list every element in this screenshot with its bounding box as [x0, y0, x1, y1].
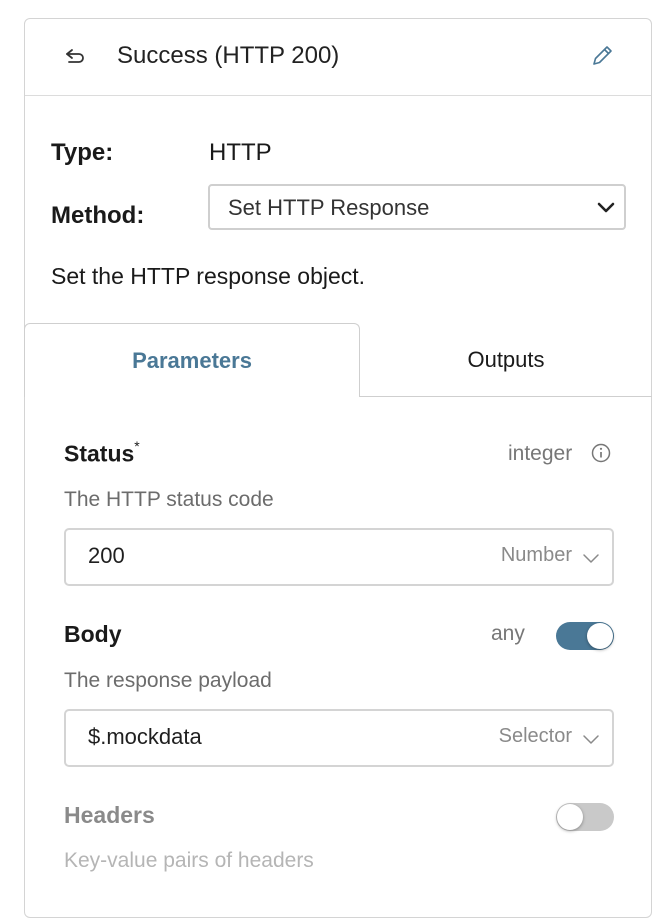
action-panel: Success (HTTP 200) Type: HTTP Method: Se… [24, 18, 652, 918]
status-input-kind[interactable]: Number [501, 544, 572, 567]
type-label: Type: [51, 139, 114, 166]
chevron-down-icon[interactable] [582, 549, 600, 567]
headers-param-title: Headers [64, 802, 155, 828]
status-input[interactable]: 200 Number [64, 528, 614, 586]
panel-title: Success (HTTP 200) [117, 42, 340, 69]
chevron-down-icon [597, 202, 615, 213]
method-label: Method: [51, 202, 145, 229]
body-description: The response payload [64, 669, 272, 692]
info-icon[interactable] [591, 443, 611, 463]
tab-outputs[interactable]: Outputs [360, 323, 652, 397]
body-param-title: Body [64, 621, 122, 647]
status-input-value: 200 [88, 543, 125, 568]
pencil-icon[interactable] [589, 43, 615, 69]
type-value: HTTP [209, 139, 272, 166]
body-toggle[interactable] [556, 622, 614, 650]
method-select[interactable]: Set HTTP Response [208, 184, 626, 230]
status-param-title: Status* [64, 438, 140, 468]
method-select-value: Set HTTP Response [228, 195, 430, 220]
toggle-knob [557, 804, 583, 830]
body-input[interactable]: $.mockdata Selector [64, 709, 614, 767]
tab-bar: Parameters Outputs [24, 323, 652, 397]
body-type: any [491, 622, 525, 645]
status-type: integer [508, 442, 573, 465]
panel-header: Success (HTTP 200) [25, 19, 651, 96]
headers-description: Key-value pairs of headers [64, 849, 314, 872]
body-input-kind[interactable]: Selector [499, 725, 572, 748]
method-description: Set the HTTP response object. [51, 263, 366, 289]
required-mark: * [134, 438, 140, 454]
return-arrow-icon[interactable] [63, 45, 87, 69]
status-description: The HTTP status code [64, 488, 274, 511]
toggle-knob [587, 623, 613, 649]
body-input-value: $.mockdata [88, 724, 202, 749]
chevron-down-icon[interactable] [582, 730, 600, 748]
tab-parameters[interactable]: Parameters [24, 323, 360, 397]
status-title-text: Status [64, 440, 135, 467]
headers-toggle[interactable] [556, 803, 614, 831]
